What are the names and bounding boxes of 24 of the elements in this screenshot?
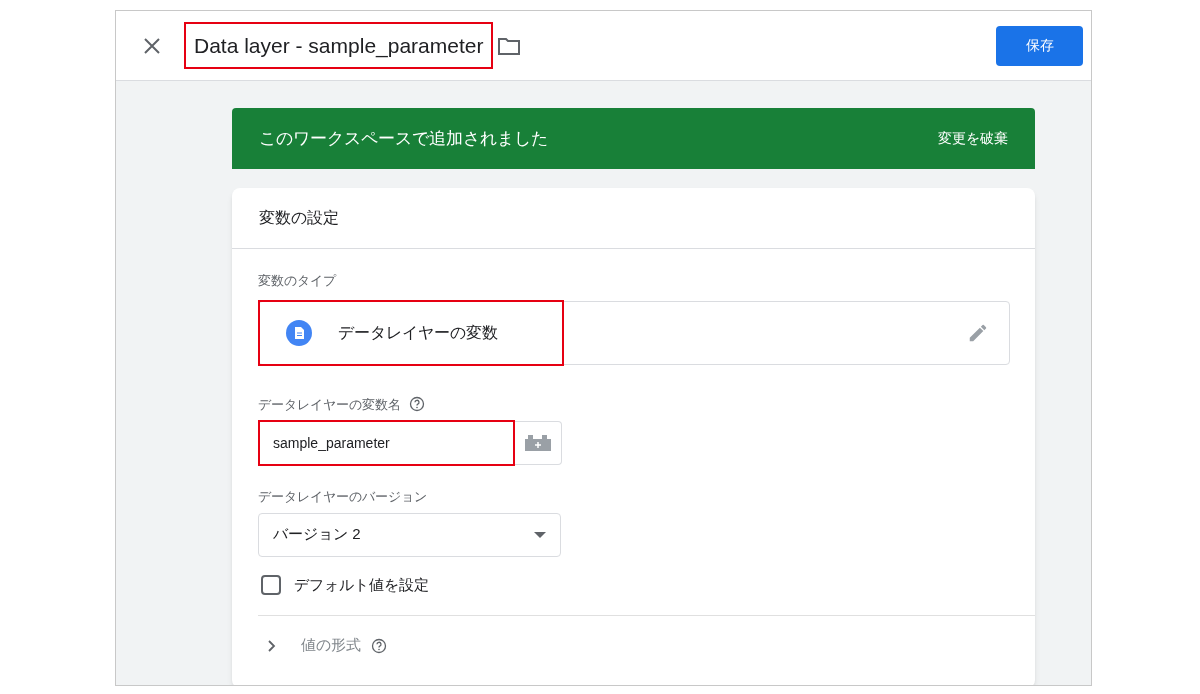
document-icon: [286, 319, 312, 346]
card-title: 変数の設定: [259, 208, 339, 228]
field-label: データレイヤーのバージョン: [258, 488, 428, 506]
variable-type-name: データレイヤーの変数: [338, 322, 498, 343]
dropdown-caret-icon: [534, 531, 546, 538]
version-dropdown[interactable]: バージョン 2: [258, 512, 561, 557]
variable-type-panel[interactable]: データレイヤーの変数: [258, 300, 1010, 365]
chevron-icon[interactable]: [268, 639, 276, 652]
close-icon: [143, 36, 161, 55]
discard-changes-link[interactable]: 変更を破棄: [938, 128, 1008, 149]
window-title: Data layer - sample_parameter: [184, 22, 494, 69]
help-icon[interactable]: [371, 637, 387, 654]
checkbox[interactable]: [261, 574, 281, 595]
checkbox-label: デフォルト値を設定: [294, 574, 429, 595]
folder-icon[interactable]: [497, 35, 522, 56]
banner-message: このワークスペースで追加されました: [259, 127, 548, 150]
variable-name-input[interactable]: sample_parameter: [258, 420, 515, 466]
help-icon[interactable]: [409, 396, 425, 413]
lego-brick-icon: [525, 435, 551, 451]
variable-picker-button[interactable]: [515, 421, 562, 465]
section-toggle-label[interactable]: 値の形式: [301, 634, 361, 657]
field-label: 変数のタイプ: [258, 272, 338, 290]
save-button[interactable]: 保存: [996, 25, 1083, 66]
field-label: データレイヤーの変数名: [258, 395, 401, 414]
